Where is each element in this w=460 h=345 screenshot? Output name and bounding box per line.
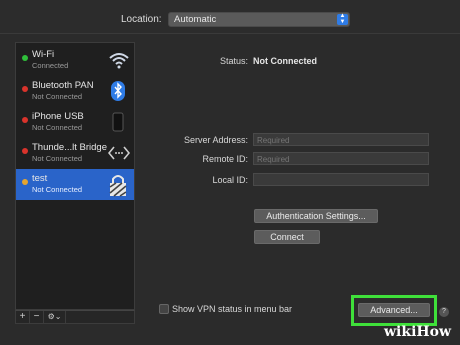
service-name: test xyxy=(32,173,48,184)
wifi-icon xyxy=(108,49,129,71)
bluetooth-icon xyxy=(108,80,128,102)
service-name: Wi-Fi xyxy=(32,49,55,60)
location-label: Location: xyxy=(121,14,162,25)
local-id-field[interactable] xyxy=(253,173,429,186)
status-label: Status: xyxy=(219,56,248,66)
add-service-button[interactable]: + xyxy=(16,311,30,323)
show-vpn-status-checkbox[interactable] xyxy=(159,304,169,314)
service-action-menu-button[interactable]: ⚙⌄ xyxy=(44,311,66,323)
wikihow-watermark: wikiHow xyxy=(384,324,452,340)
service-status: Not Connected xyxy=(32,185,83,194)
service-name: iPhone USB xyxy=(32,111,84,122)
service-item-thunderbolt-bridge[interactable]: Thunde...lt Bridge Not Connected xyxy=(16,138,134,169)
network-service-list: Wi-Fi Connected Bluetooth PAN Not Connec… xyxy=(15,42,135,310)
authentication-settings-button[interactable]: Authentication Settings... xyxy=(254,209,378,223)
server-address-label: Server Address: xyxy=(183,135,248,145)
service-item-iphone-usb[interactable]: iPhone USB Not Connected xyxy=(16,107,134,138)
thunderbolt-bridge-icon xyxy=(107,142,131,164)
status-dot xyxy=(22,148,28,154)
location-value: Automatic xyxy=(174,14,217,25)
chevron-updown-icon: ▲ ▼ xyxy=(337,13,348,25)
service-name: Thunde...lt Bridge xyxy=(32,142,107,153)
status-dot xyxy=(22,55,28,61)
service-status: Not Connected xyxy=(32,92,83,101)
service-item-wifi[interactable]: Wi-Fi Connected xyxy=(16,45,134,76)
service-name: Bluetooth PAN xyxy=(32,80,94,91)
status-value: Not Connected xyxy=(253,56,317,66)
remove-service-button[interactable]: − xyxy=(30,311,44,323)
vpn-lock-icon xyxy=(108,173,128,197)
status-dot xyxy=(22,117,28,123)
show-vpn-status-label: Show VPN status in menu bar xyxy=(172,304,293,314)
service-status: Not Connected xyxy=(32,154,83,163)
remote-id-field[interactable] xyxy=(253,152,429,165)
remote-id-label: Remote ID: xyxy=(202,154,248,164)
service-status: Not Connected xyxy=(32,123,83,132)
location-select[interactable]: Automatic ▲ ▼ xyxy=(168,12,350,27)
iphone-icon xyxy=(108,111,128,133)
service-status: Connected xyxy=(32,61,69,70)
local-id-label: Local ID: xyxy=(212,175,248,185)
service-item-bluetooth-pan[interactable]: Bluetooth PAN Not Connected xyxy=(16,76,134,107)
status-dot xyxy=(22,86,28,92)
service-list-toolbar: + − ⚙⌄ xyxy=(15,310,135,324)
server-address-field[interactable] xyxy=(253,133,429,146)
connect-button[interactable]: Connect xyxy=(254,230,320,244)
help-button[interactable]: ? xyxy=(439,307,449,317)
advanced-button[interactable]: Advanced... xyxy=(358,303,430,317)
service-item-test[interactable]: test Not Connected xyxy=(16,169,134,200)
divider xyxy=(0,33,460,34)
status-dot xyxy=(22,179,28,185)
